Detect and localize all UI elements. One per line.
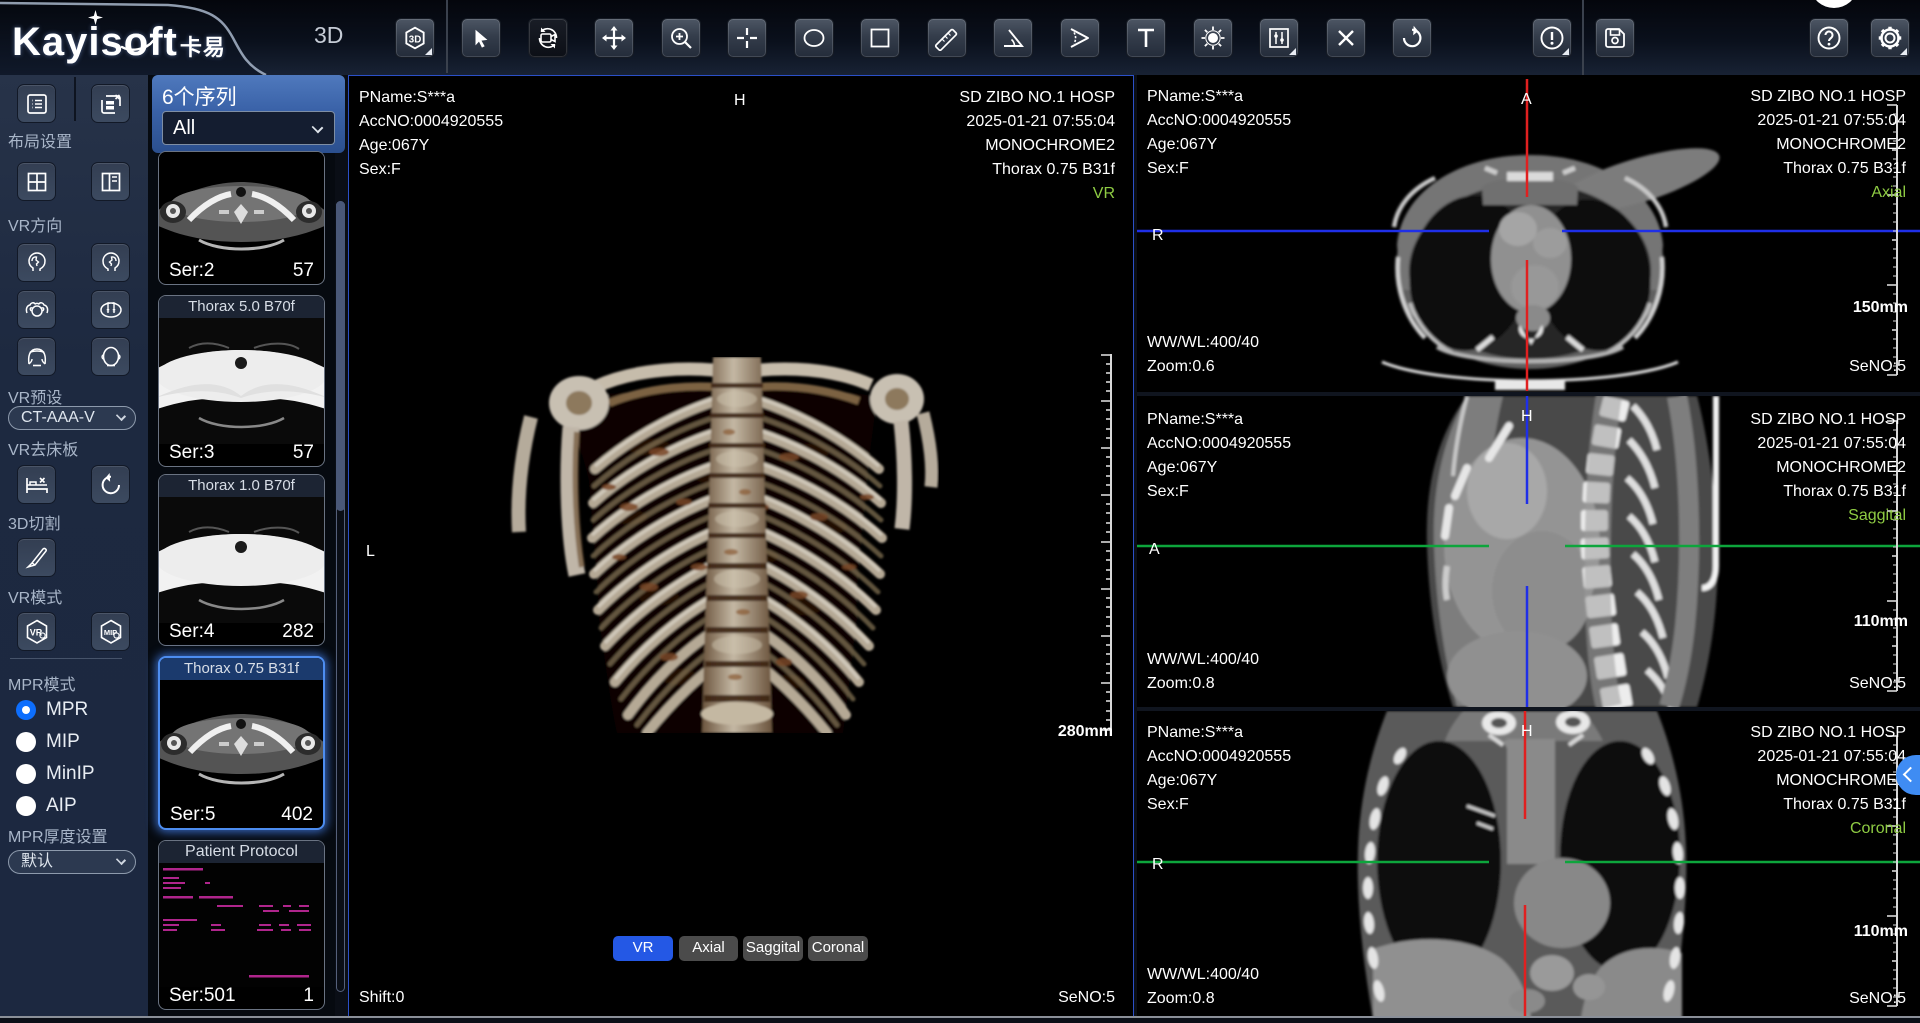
svg-text:VR: VR bbox=[29, 627, 42, 637]
svg-text:MIP: MIP bbox=[103, 628, 116, 637]
svg-text:3D: 3D bbox=[409, 34, 421, 45]
